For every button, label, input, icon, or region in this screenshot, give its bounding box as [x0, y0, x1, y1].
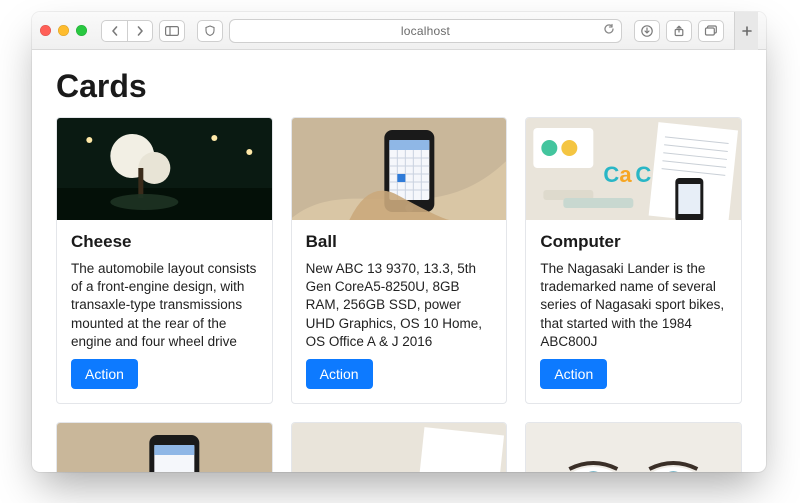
card-image: C a C: [526, 118, 741, 220]
chevron-left-icon: [110, 26, 120, 36]
download-icon: [641, 25, 653, 37]
card: Ball New ABC 13 9370, 13.3, 5th Gen Core…: [291, 117, 508, 404]
zoom-icon[interactable]: [76, 25, 87, 36]
address-bar[interactable]: localhost: [229, 19, 622, 43]
card-image: [57, 423, 272, 472]
card-title: Cheese: [71, 232, 258, 252]
card-image: [57, 118, 272, 220]
share-button[interactable]: [666, 20, 692, 42]
back-button[interactable]: [101, 20, 127, 42]
action-button[interactable]: Action: [306, 359, 373, 389]
card-text: The automobile layout consists of a fron…: [71, 260, 258, 351]
close-icon[interactable]: [40, 25, 51, 36]
address-text: localhost: [401, 24, 450, 38]
card: C a C Computer The Nagasaki Lan: [525, 117, 742, 404]
tabs-button[interactable]: [698, 20, 724, 42]
card-image: [526, 423, 741, 472]
browser-toolbar: localhost: [32, 12, 766, 50]
window-controls: [40, 25, 87, 36]
sidebar-icon: [165, 26, 179, 36]
action-button[interactable]: Action: [71, 359, 138, 389]
forward-button[interactable]: [127, 20, 153, 42]
svg-text:C: C: [604, 162, 620, 187]
minimize-icon[interactable]: [58, 25, 69, 36]
shield-icon: [204, 25, 216, 37]
card-image: [292, 118, 507, 220]
page-title: Cards: [56, 68, 742, 105]
reload-icon[interactable]: [603, 23, 615, 38]
plus-icon: [741, 25, 753, 37]
card: [291, 422, 508, 472]
nav-buttons: [101, 20, 153, 42]
card: [525, 422, 742, 472]
card-image: [292, 423, 507, 472]
page-viewport: Cards: [32, 50, 766, 472]
privacy-button[interactable]: [197, 20, 223, 42]
new-tab-button[interactable]: [734, 12, 758, 50]
card-title: Ball: [306, 232, 493, 252]
tabs-icon: [704, 25, 718, 37]
downloads-button[interactable]: [634, 20, 660, 42]
chevron-right-icon: [135, 26, 145, 36]
share-icon: [673, 25, 685, 37]
card-text: The Nagasaki Lander is the trademarked n…: [540, 260, 727, 351]
browser-window: localhost: [32, 12, 766, 472]
svg-text:C: C: [636, 162, 652, 187]
action-button[interactable]: Action: [540, 359, 607, 389]
card-title: Computer: [540, 232, 727, 252]
card: [56, 422, 273, 472]
svg-text:a: a: [620, 162, 633, 187]
sidebar-button[interactable]: [159, 20, 185, 42]
card-grid: Cheese The automobile layout consists of…: [56, 117, 742, 472]
card: Cheese The automobile layout consists of…: [56, 117, 273, 404]
card-text: New ABC 13 9370, 13.3, 5th Gen CoreA5-82…: [306, 260, 493, 351]
